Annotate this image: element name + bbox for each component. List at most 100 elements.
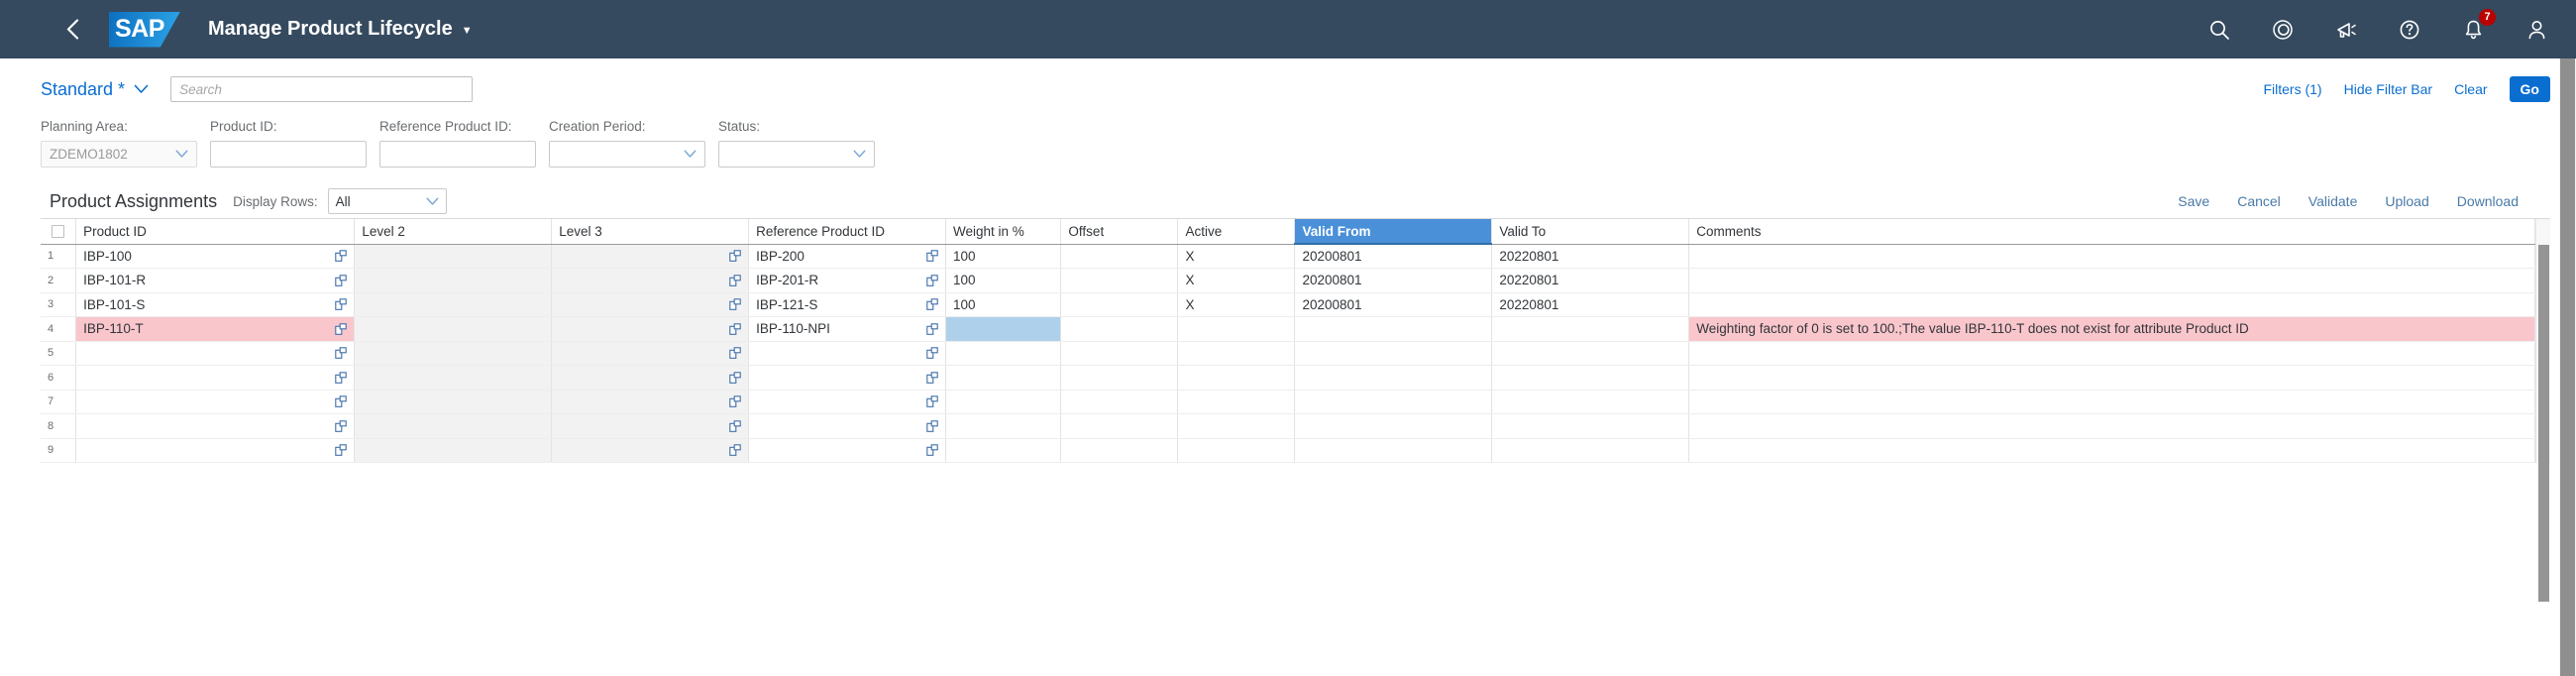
cell-weight[interactable] (946, 438, 1061, 463)
hide-filter-bar-link[interactable]: Hide Filter Bar (2344, 81, 2432, 97)
value-help-icon[interactable] (334, 444, 347, 457)
table-row[interactable]: 3IBP-101-SIBP-121-S100X2020080120220801 (41, 292, 2535, 317)
go-button[interactable]: Go (2510, 76, 2550, 102)
value-help-icon[interactable] (728, 298, 741, 311)
table-row[interactable]: 5 (41, 341, 2535, 366)
row-number[interactable]: 8 (41, 414, 76, 439)
cell-product_id[interactable] (76, 390, 355, 414)
filter-input-2[interactable] (379, 141, 536, 168)
validate-action[interactable]: Validate (2308, 193, 2358, 209)
value-help-icon[interactable] (925, 250, 938, 263)
select-all-checkbox[interactable] (52, 225, 64, 238)
table-row[interactable]: 2IBP-101-RIBP-201-R100X2020080120220801 (41, 269, 2535, 293)
cell-ref_product[interactable]: IBP-201-R (749, 269, 946, 293)
value-help-icon[interactable] (728, 419, 741, 432)
row-number[interactable]: 6 (41, 366, 76, 391)
cell-valid_to[interactable]: 20220801 (1492, 292, 1689, 317)
cell-offset[interactable] (1061, 341, 1178, 366)
value-help-icon[interactable] (925, 274, 938, 286)
value-help-icon[interactable] (334, 347, 347, 360)
cell-valid_to[interactable]: 20220801 (1492, 244, 1689, 269)
filter-select-4[interactable] (718, 141, 875, 168)
cell-valid_from[interactable] (1295, 317, 1492, 342)
cell-offset[interactable] (1061, 366, 1178, 391)
value-help-icon[interactable] (334, 250, 347, 263)
row-number[interactable]: 7 (41, 390, 76, 414)
cell-comments[interactable] (1689, 390, 2535, 414)
cell-comments[interactable] (1689, 366, 2535, 391)
cell-comments[interactable]: Weighting factor of 0 is set to 100.;The… (1689, 317, 2535, 342)
cell-weight[interactable] (946, 414, 1061, 439)
table-row[interactable]: 9 (41, 438, 2535, 463)
cancel-action[interactable]: Cancel (2237, 193, 2281, 209)
cell-valid_from[interactable] (1295, 390, 1492, 414)
value-help-icon[interactable] (728, 274, 741, 286)
cell-valid_from[interactable]: 20200801 (1295, 269, 1492, 293)
cell-active[interactable] (1178, 341, 1295, 366)
table-row[interactable]: 8 (41, 414, 2535, 439)
cell-valid_to[interactable] (1492, 438, 1689, 463)
cell-ref_product[interactable] (749, 366, 946, 391)
cell-offset[interactable] (1061, 438, 1178, 463)
cell-offset[interactable] (1061, 414, 1178, 439)
filters-link[interactable]: Filters (1) (2263, 81, 2321, 97)
column-header-level3[interactable]: Level 3 (552, 219, 749, 244)
cell-product_id[interactable]: IBP-101-R (76, 269, 355, 293)
value-help-icon[interactable] (728, 395, 741, 408)
cell-ref_product[interactable] (749, 390, 946, 414)
cell-valid_to[interactable]: 20220801 (1492, 269, 1689, 293)
row-number[interactable]: 9 (41, 438, 76, 463)
cell-weight[interactable] (946, 366, 1061, 391)
variant-selector[interactable]: Standard * (41, 79, 149, 100)
cell-weight[interactable]: 100 (946, 244, 1061, 269)
bell-icon[interactable]: 7 (2459, 16, 2487, 44)
cell-valid_from[interactable] (1295, 414, 1492, 439)
cell-product_id[interactable]: IBP-110-T (76, 317, 355, 342)
cell-valid_to[interactable] (1492, 414, 1689, 439)
value-help-icon[interactable] (925, 419, 938, 432)
column-header-product_id[interactable]: Product ID (76, 219, 355, 244)
download-action[interactable]: Download (2457, 193, 2519, 209)
column-header-valid_to[interactable]: Valid To (1492, 219, 1689, 244)
cell-valid_from[interactable]: 20200801 (1295, 292, 1492, 317)
value-help-icon[interactable] (728, 371, 741, 384)
value-help-icon[interactable] (925, 371, 938, 384)
cell-comments[interactable] (1689, 341, 2535, 366)
value-help-icon[interactable] (925, 347, 938, 360)
search-input[interactable] (170, 76, 473, 102)
value-help-icon[interactable] (334, 371, 347, 384)
row-number[interactable]: 1 (41, 244, 76, 269)
value-help-icon[interactable] (334, 322, 347, 335)
save-action[interactable]: Save (2178, 193, 2209, 209)
cell-weight[interactable]: 100 (946, 269, 1061, 293)
value-help-icon[interactable] (925, 395, 938, 408)
clear-link[interactable]: Clear (2454, 81, 2487, 97)
cell-offset[interactable] (1061, 292, 1178, 317)
cell-ref_product[interactable]: IBP-121-S (749, 292, 946, 317)
cell-valid_from[interactable] (1295, 341, 1492, 366)
cell-product_id[interactable] (76, 341, 355, 366)
filter-select-3[interactable] (549, 141, 705, 168)
cell-weight[interactable] (946, 317, 1061, 342)
cell-ref_product[interactable] (749, 438, 946, 463)
cell-comments[interactable] (1689, 292, 2535, 317)
cell-weight[interactable] (946, 341, 1061, 366)
page-vertical-scrollbar[interactable] (2559, 58, 2576, 676)
cell-valid_from[interactable] (1295, 366, 1492, 391)
page-scrollbar-thumb[interactable] (2560, 58, 2575, 676)
select-all-checkbox-cell[interactable] (41, 219, 76, 244)
value-help-icon[interactable] (334, 419, 347, 432)
cell-ref_product[interactable]: IBP-110-NPI (749, 317, 946, 342)
upload-action[interactable]: Upload (2385, 193, 2428, 209)
cell-offset[interactable] (1061, 269, 1178, 293)
cell-active[interactable] (1178, 414, 1295, 439)
cell-valid_to[interactable] (1492, 366, 1689, 391)
display-rows-select[interactable]: All (328, 188, 447, 214)
column-header-valid_from[interactable]: Valid From (1295, 219, 1492, 244)
row-number[interactable]: 4 (41, 317, 76, 342)
row-number[interactable]: 3 (41, 292, 76, 317)
table-row[interactable]: 7 (41, 390, 2535, 414)
cell-active[interactable] (1178, 317, 1295, 342)
cell-weight[interactable] (946, 390, 1061, 414)
value-help-icon[interactable] (925, 298, 938, 311)
